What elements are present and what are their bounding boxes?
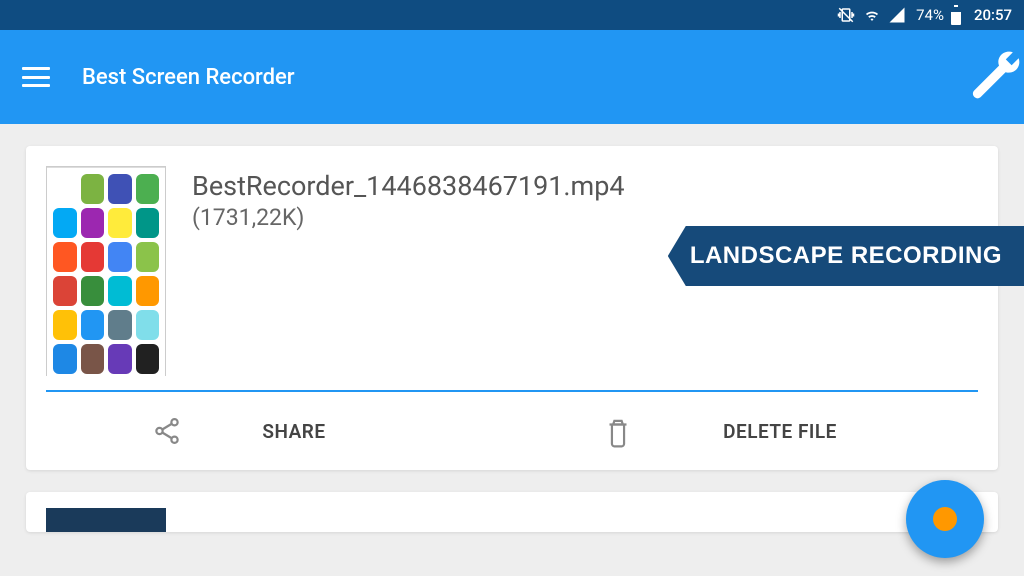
menu-button[interactable]: [22, 67, 50, 87]
recording-card-partial: [26, 492, 998, 532]
record-fab[interactable]: [906, 480, 984, 558]
file-size: (1731,22K): [192, 204, 625, 231]
battery-percentage: 74%: [916, 6, 944, 24]
recording-card: BestRecorder_1446838467191.mp4 (1731,22K…: [26, 146, 998, 470]
promo-badge-label: LANDSCAPE RECORDING: [690, 242, 1002, 269]
delete-button[interactable]: DELETE FILE: [512, 416, 998, 446]
share-label: SHARE: [262, 420, 325, 443]
wifi-icon: [862, 6, 882, 24]
clock: 20:57: [974, 6, 1012, 24]
app-title: Best Screen Recorder: [82, 65, 295, 90]
status-bar: 74% 20:57: [0, 0, 1024, 30]
share-icon: [152, 416, 182, 446]
record-icon: [933, 507, 957, 531]
recording-thumbnail[interactable]: [46, 166, 166, 376]
content-area: BestRecorder_1446838467191.mp4 (1731,22K…: [0, 124, 1024, 532]
card-actions: SHARE DELETE FILE: [26, 392, 998, 470]
app-bar: Best Screen Recorder: [0, 30, 1024, 124]
file-name: BestRecorder_1446838467191.mp4: [192, 170, 625, 202]
file-info: BestRecorder_1446838467191.mp4 (1731,22K…: [192, 166, 625, 376]
vibrate-off-icon: [836, 6, 856, 24]
battery-icon: [950, 5, 962, 25]
share-button[interactable]: SHARE: [26, 416, 512, 446]
signal-icon: [888, 6, 906, 24]
delete-label: DELETE FILE: [723, 420, 837, 443]
settings-button[interactable]: [968, 47, 1024, 107]
trash-icon: [603, 416, 633, 446]
recording-thumbnail[interactable]: [46, 508, 166, 532]
promo-badge: LANDSCAPE RECORDING: [668, 226, 1024, 286]
